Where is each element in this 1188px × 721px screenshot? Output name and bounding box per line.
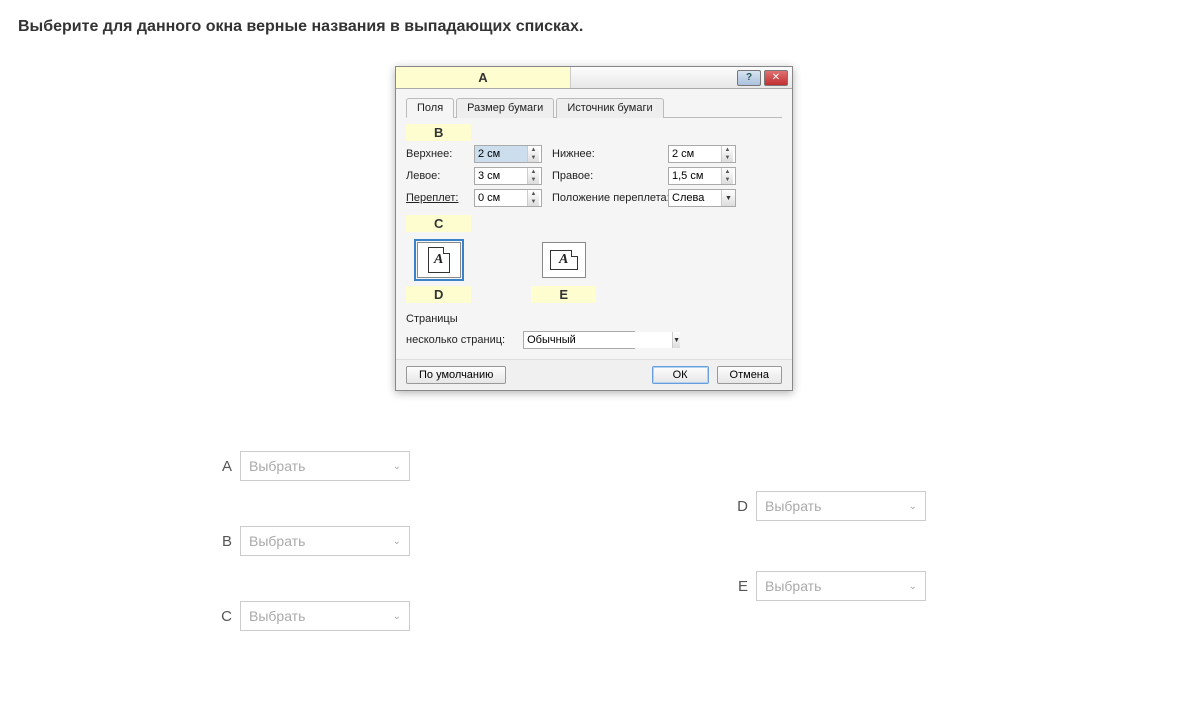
margins-grid: Верхнее: ▲▼ Нижнее: ▲▼ Левое: ▲▼ Правое: <box>406 145 782 207</box>
combo-gutter-pos-value[interactable] <box>669 190 721 206</box>
answer-row-B: B Выбрать ⌄ <box>218 526 654 556</box>
dialog-screenshot: A ? ✕ Поля Размер бумаги Источник бумаги… <box>18 66 1170 391</box>
cancel-button[interactable]: Отмена <box>717 366 782 384</box>
answer-letter-B: B <box>218 533 232 550</box>
titlebar-buttons: ? ✕ <box>737 67 792 88</box>
marker-C: C <box>406 215 471 232</box>
label-left: Левое: <box>406 170 468 182</box>
answer-letter-A: A <box>218 458 232 475</box>
marker-A: A <box>396 67 571 88</box>
spinner-arrows[interactable]: ▲▼ <box>527 146 539 162</box>
answer-row-C: C Выбрать ⌄ <box>218 601 654 631</box>
input-bottom-value[interactable] <box>669 146 721 162</box>
orientation-row: A D A E <box>406 242 782 307</box>
answers-col-right: D Выбрать ⌄ E Выбрать ⌄ <box>734 441 1170 631</box>
help-button[interactable]: ? <box>737 70 761 86</box>
orientation-landscape[interactable]: A E <box>531 242 596 307</box>
ok-button[interactable]: ОК <box>652 366 709 384</box>
input-top[interactable]: ▲▼ <box>474 145 542 163</box>
answer-select-E-placeholder: Выбрать <box>765 578 821 594</box>
dialog-body: Поля Размер бумаги Источник бумаги B Вер… <box>396 89 792 359</box>
label-gutter-pos: Положение переплета: <box>552 192 662 204</box>
landscape-glyph-icon: A <box>550 250 578 270</box>
spinner-arrows[interactable]: ▲▼ <box>721 168 733 184</box>
spinner-arrows[interactable]: ▲▼ <box>527 168 539 184</box>
label-right: Правое: <box>552 170 662 182</box>
answer-letter-E: E <box>734 578 748 595</box>
spinner-arrows[interactable]: ▲▼ <box>721 146 733 162</box>
input-gutter-value[interactable] <box>475 190 527 206</box>
answer-select-D-placeholder: Выбрать <box>765 498 821 514</box>
answer-row-A: A Выбрать ⌄ <box>218 451 654 481</box>
close-button[interactable]: ✕ <box>764 70 788 86</box>
answer-select-C[interactable]: Выбрать ⌄ <box>240 601 410 631</box>
pages-row: несколько страниц: ▼ <box>406 331 782 349</box>
marker-B: B <box>406 124 471 141</box>
answer-select-A-placeholder: Выбрать <box>249 458 305 474</box>
input-gutter[interactable]: ▲▼ <box>474 189 542 207</box>
answer-letter-C: C <box>218 608 232 625</box>
label-top: Верхнее: <box>406 148 468 160</box>
answer-select-E[interactable]: Выбрать ⌄ <box>756 571 926 601</box>
input-right[interactable]: ▲▼ <box>668 167 736 185</box>
answer-select-A[interactable]: Выбрать ⌄ <box>240 451 410 481</box>
page-setup-dialog: A ? ✕ Поля Размер бумаги Источник бумаги… <box>395 66 793 391</box>
instruction-text: Выберите для данного окна верные названи… <box>18 18 1170 36</box>
answer-letter-D: D <box>734 498 748 515</box>
tab-paper-source[interactable]: Источник бумаги <box>556 98 663 118</box>
titlebar: A ? ✕ <box>396 67 792 89</box>
input-left-value[interactable] <box>475 168 527 184</box>
pages-section: Страницы несколько страниц: ▼ <box>406 313 782 349</box>
chevron-down-icon: ⌄ <box>393 536 401 547</box>
chevron-down-icon: ⌄ <box>909 501 917 512</box>
input-top-value[interactable] <box>475 146 527 162</box>
spinner-arrows[interactable]: ▲▼ <box>527 190 539 206</box>
input-bottom[interactable]: ▲▼ <box>668 145 736 163</box>
combo-gutter-pos[interactable]: ▼ <box>668 189 736 207</box>
answers-grid: A Выбрать ⌄ B Выбрать ⌄ C Выбрать ⌄ D Вы… <box>218 441 1170 631</box>
chevron-down-icon: ⌄ <box>393 461 401 472</box>
pages-section-label: Страницы <box>406 313 782 325</box>
answers-col-left: A Выбрать ⌄ B Выбрать ⌄ C Выбрать ⌄ <box>218 441 654 631</box>
answer-select-B-placeholder: Выбрать <box>249 533 305 549</box>
input-right-value[interactable] <box>669 168 721 184</box>
answer-row-D: D Выбрать ⌄ <box>734 491 1170 521</box>
pages-multi-label: несколько страниц: <box>406 334 505 346</box>
answer-row-E: E Выбрать ⌄ <box>734 571 1170 601</box>
answer-select-B[interactable]: Выбрать ⌄ <box>240 526 410 556</box>
tabstrip: Поля Размер бумаги Источник бумаги <box>406 97 782 118</box>
landscape-box[interactable]: A <box>542 242 586 278</box>
chevron-down-icon[interactable]: ▼ <box>721 190 735 206</box>
default-button[interactable]: По умолчанию <box>406 366 506 384</box>
tab-paper-size[interactable]: Размер бумаги <box>456 98 554 118</box>
combo-multi-pages[interactable]: ▼ <box>523 331 635 349</box>
tab-fields[interactable]: Поля <box>406 98 454 118</box>
label-bottom: Нижнее: <box>552 148 662 160</box>
titlebar-spacer <box>571 67 737 88</box>
marker-D: D <box>406 286 471 303</box>
answer-select-C-placeholder: Выбрать <box>249 608 305 624</box>
portrait-glyph-icon: A <box>428 247 450 273</box>
portrait-box[interactable]: A <box>417 242 461 278</box>
answer-select-D[interactable]: Выбрать ⌄ <box>756 491 926 521</box>
label-gutter: Переплет: <box>406 192 468 204</box>
chevron-down-icon[interactable]: ▼ <box>672 332 680 348</box>
input-left[interactable]: ▲▼ <box>474 167 542 185</box>
dialog-footer: По умолчанию ОК Отмена <box>396 359 792 390</box>
chevron-down-icon: ⌄ <box>909 581 917 592</box>
chevron-down-icon: ⌄ <box>393 611 401 622</box>
marker-E: E <box>531 286 596 303</box>
orientation-portrait[interactable]: A D <box>406 242 471 307</box>
combo-multi-pages-value[interactable] <box>524 332 672 348</box>
